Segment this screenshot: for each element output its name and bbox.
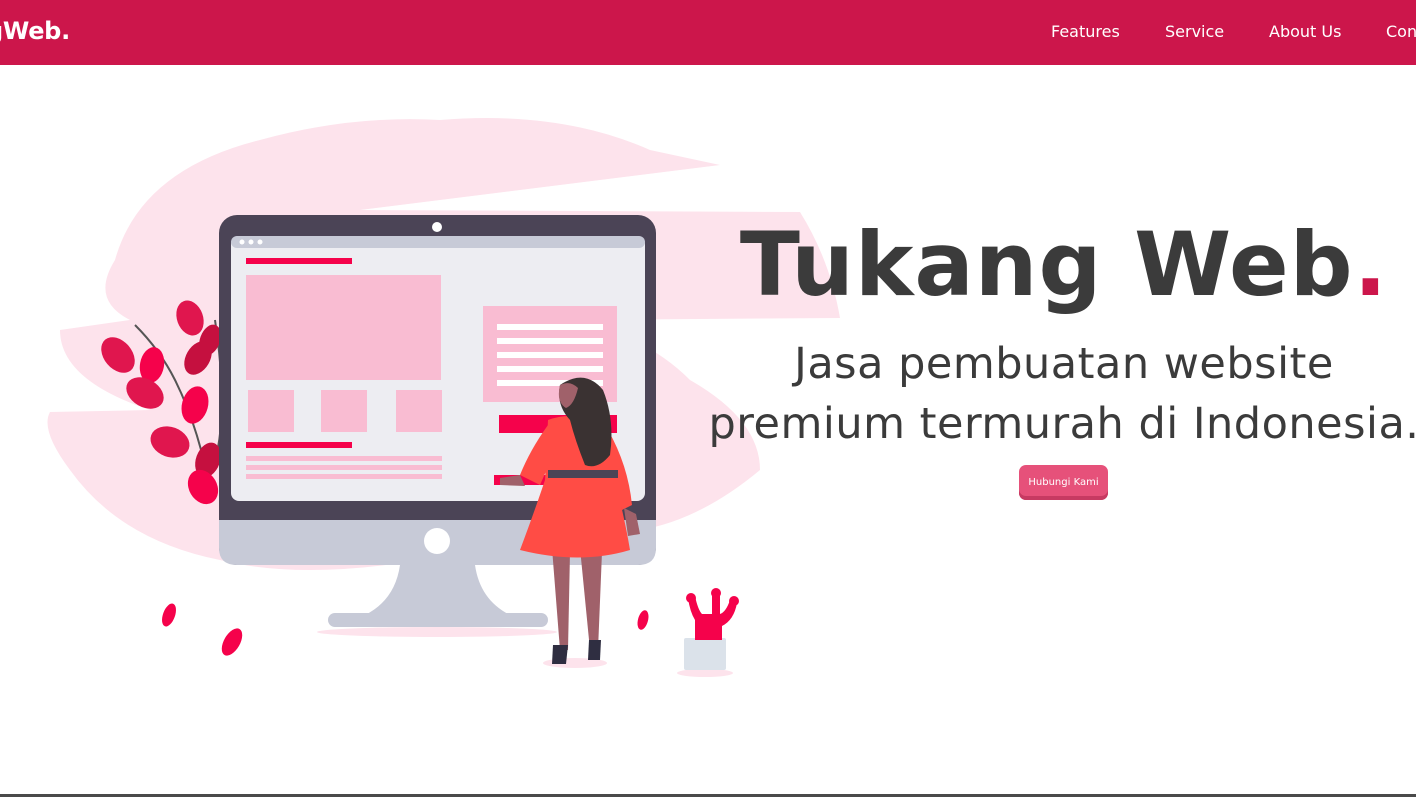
nav-item-about-us[interactable]: About Us — [1269, 22, 1341, 41]
brand-dot: . — [61, 17, 70, 45]
hero-title-main: Tukang Web — [739, 213, 1354, 316]
navbar: gWeb. Features Service About Us Cont — [0, 0, 1416, 65]
hero-subtitle-line-2: premium termurah di Indonesia. — [708, 399, 1416, 449]
brand-text: gWeb — [0, 17, 62, 45]
cactus-illustration — [677, 588, 739, 677]
nav-item-features[interactable]: Features — [1051, 22, 1120, 41]
hero-title: Tukang Web. — [712, 213, 1416, 316]
hero-title-dot: . — [1353, 213, 1389, 316]
nav-item-service[interactable]: Service — [1165, 22, 1224, 41]
hero-subtitle: Jasa pembuatan website premium termurah … — [700, 334, 1416, 454]
brand-logo[interactable]: gWeb. — [0, 17, 70, 45]
hero-subtitle-line-1: Jasa pembuatan website — [794, 339, 1334, 389]
contact-us-button[interactable]: Hubungi Kami — [1019, 465, 1108, 500]
nav-item-contact[interactable]: Cont — [1386, 22, 1416, 41]
